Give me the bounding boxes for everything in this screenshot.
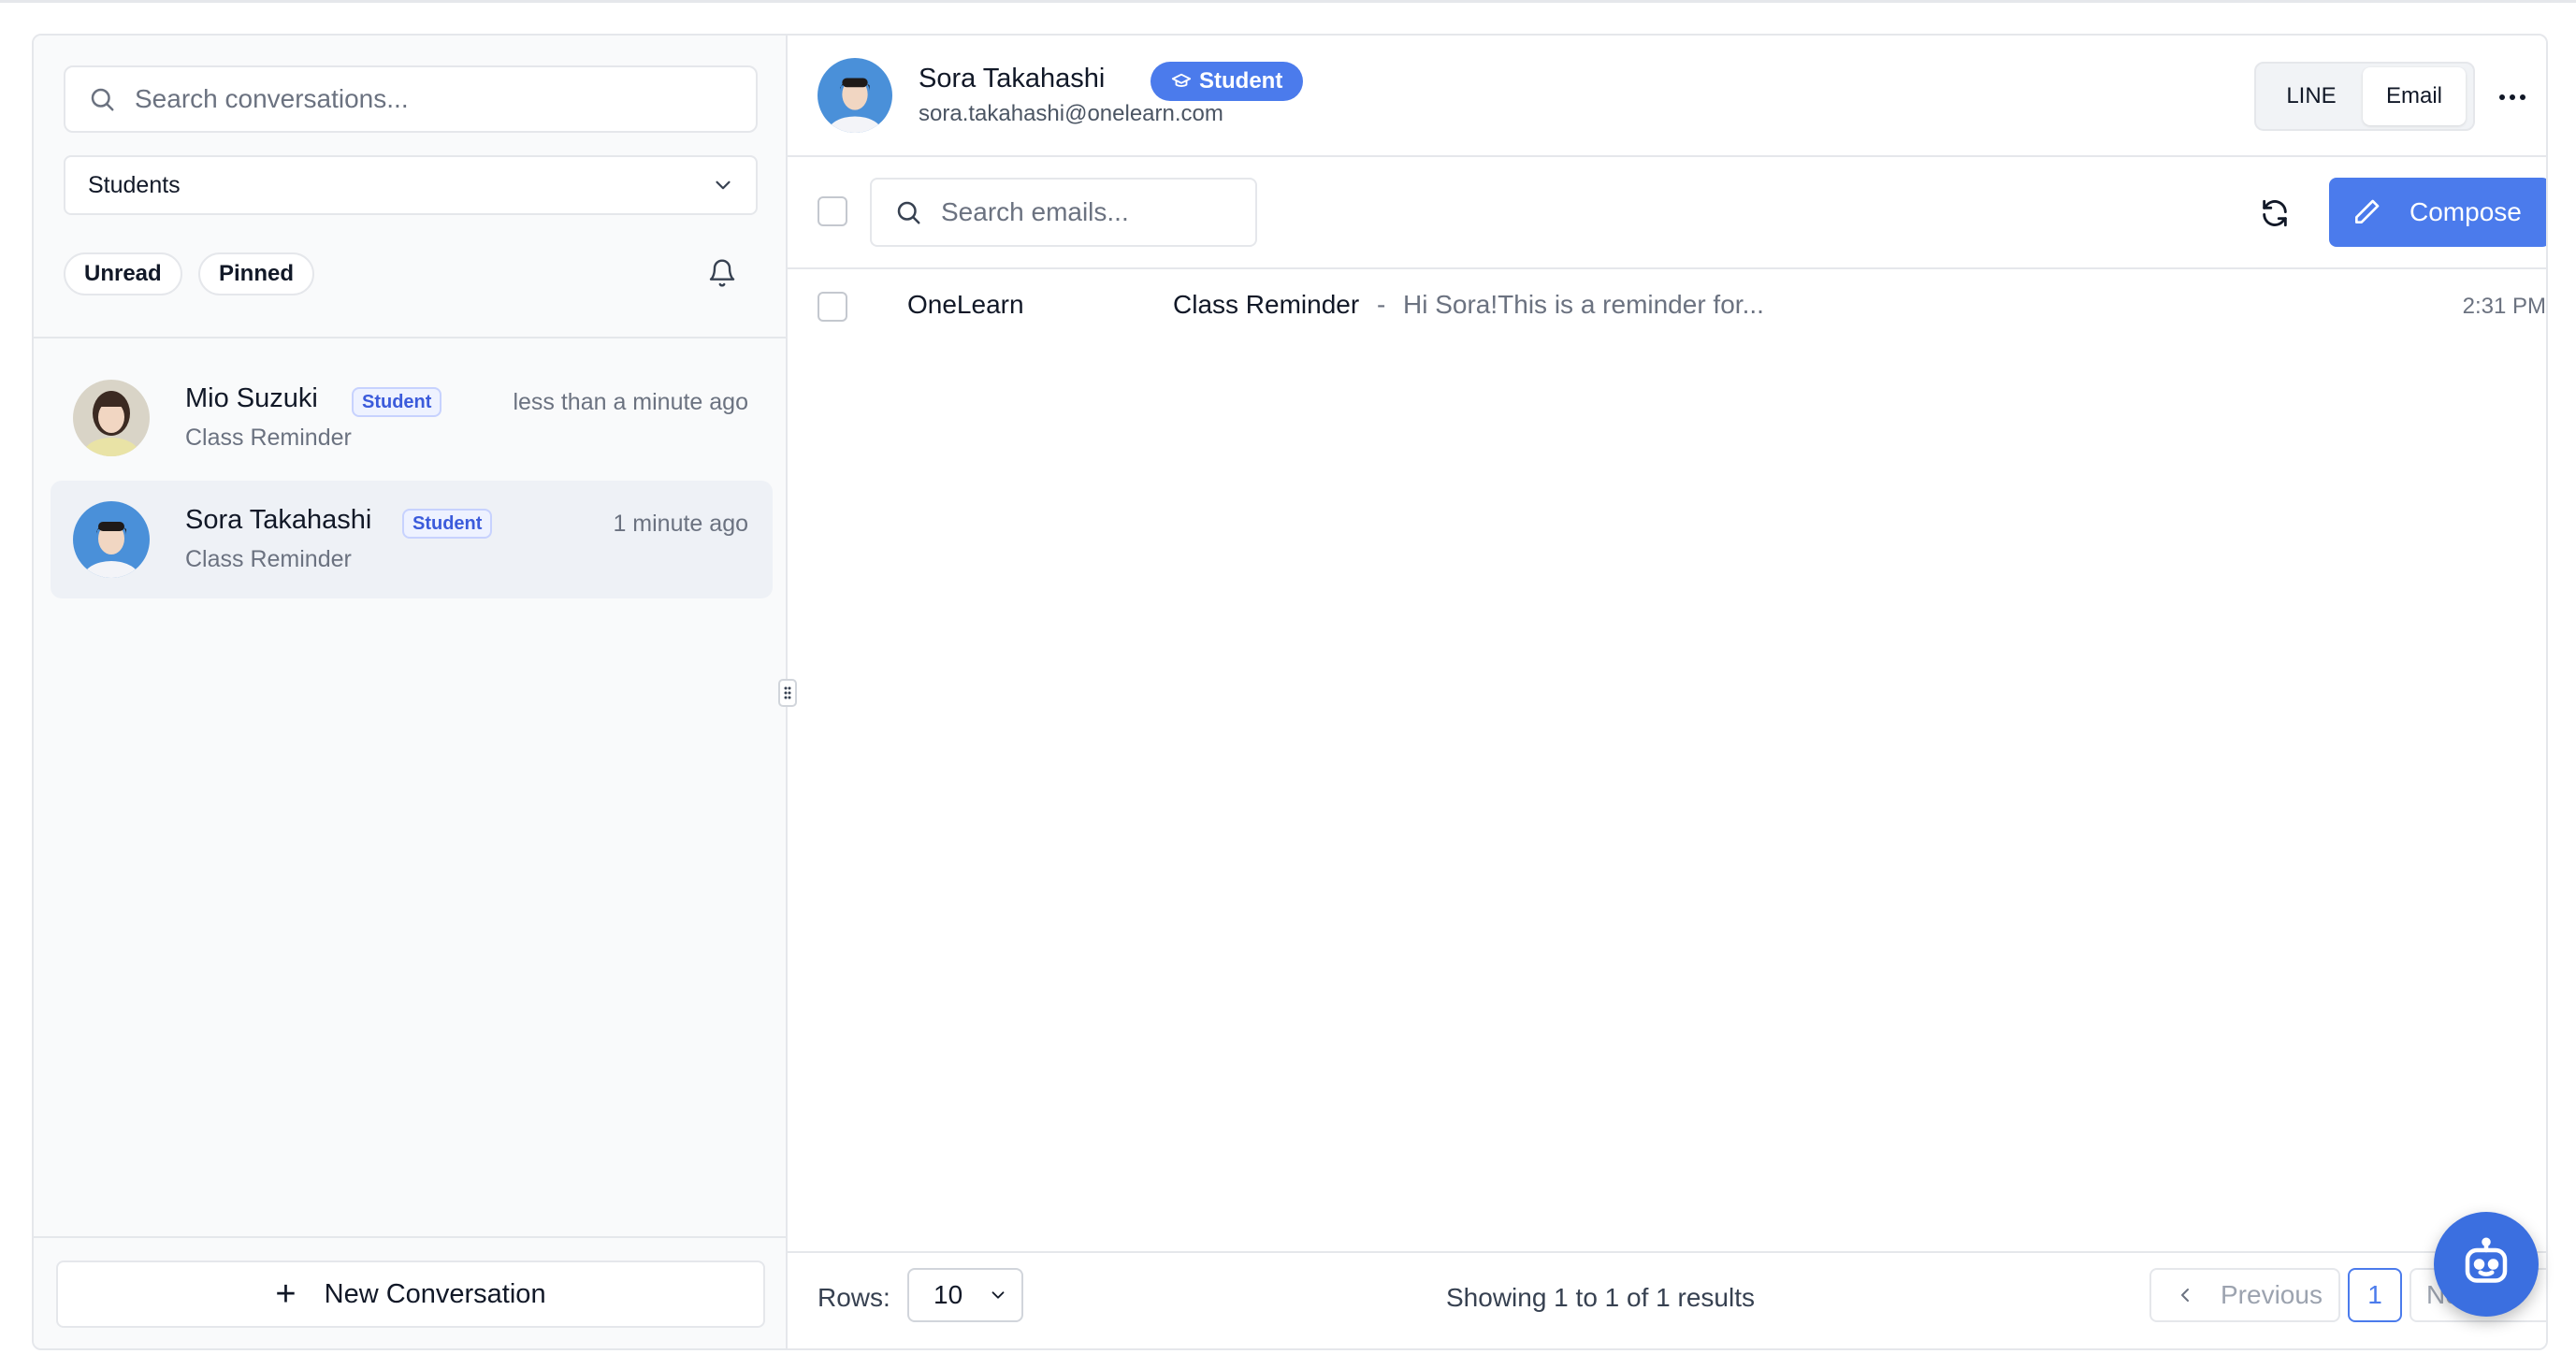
- email-time: 2:31 PM: [2462, 294, 2546, 319]
- conversation-subtitle: Class Reminder: [185, 425, 352, 451]
- rows-label: Rows:: [818, 1283, 890, 1312]
- role-badge-label: Student: [1199, 68, 1283, 94]
- new-conversation-button[interactable]: + New Conversation: [56, 1260, 765, 1328]
- email-sender: OneLearn: [907, 290, 1024, 319]
- email-search-input[interactable]: Search emails...: [870, 178, 1257, 247]
- conversation-name: Mio Suzuki: [185, 383, 318, 413]
- chevron-down-icon: [991, 1291, 1005, 1299]
- email-row-checkbox[interactable]: [818, 292, 847, 322]
- conversation-item-active[interactable]: Sora Takahashi Student 1 minute ago Clas…: [51, 481, 773, 598]
- pagination-footer: Rows: 10 Showing 1 to 1 of 1 results Pre…: [788, 1251, 2546, 1348]
- more-options-button[interactable]: [2492, 77, 2533, 118]
- chevron-down-icon: [716, 180, 731, 190]
- role-badge: Student: [402, 509, 493, 539]
- role-badge: Student: [352, 387, 442, 417]
- conversation-sidebar: Search conversations... Students Unread …: [34, 36, 788, 1348]
- compose-label: Compose: [2410, 197, 2522, 226]
- rows-per-page-select[interactable]: 10: [907, 1268, 1023, 1322]
- contact-name: Sora Takahashi: [919, 64, 1106, 94]
- search-icon: [897, 201, 920, 224]
- email-row[interactable]: OneLearn Class Reminder - Hi Sora!This i…: [788, 271, 2546, 348]
- sidebar-footer-divider: [34, 1236, 786, 1238]
- notifications-button[interactable]: [705, 256, 739, 290]
- assistant-bot-button[interactable]: [2434, 1212, 2539, 1317]
- contact-type-select[interactable]: Students: [64, 155, 758, 215]
- conversation-name: Sora Takahashi: [185, 505, 372, 535]
- channel-email-tab[interactable]: Email: [2363, 67, 2466, 125]
- email-search-placeholder: Search emails...: [941, 197, 1129, 226]
- email-preview: Hi Sora!This is a reminder for...: [1403, 290, 1764, 319]
- ellipsis-icon: [2499, 94, 2525, 100]
- previous-page-button[interactable]: Previous: [2149, 1268, 2340, 1322]
- refresh-button[interactable]: [2256, 194, 2294, 232]
- conversation-search-input[interactable]: Search conversations...: [64, 65, 758, 133]
- unread-filter-chip[interactable]: Unread: [64, 252, 182, 295]
- conversation-subtitle: Class Reminder: [185, 546, 352, 572]
- search-icon: [91, 88, 114, 111]
- conversation-time: less than a minute ago: [513, 389, 748, 415]
- plus-icon: +: [275, 1275, 297, 1314]
- email-separator: -: [1377, 290, 1386, 319]
- rows-per-page-value: 10: [933, 1280, 963, 1309]
- select-all-checkbox[interactable]: [818, 196, 847, 226]
- contact-header: Sora Takahashi Student sora.takahashi@on…: [788, 36, 2546, 157]
- top-divider: [0, 0, 2576, 3]
- refresh-icon: [2263, 199, 2287, 227]
- robot-icon: [2465, 1237, 2508, 1283]
- email-toolbar: Search emails... Compose: [788, 157, 2546, 269]
- avatar: [73, 501, 150, 578]
- compose-button[interactable]: Compose: [2329, 178, 2546, 247]
- bell-icon: [709, 259, 735, 287]
- graduation-cap-icon: [1171, 73, 1192, 87]
- channel-toggle: LINE Email: [2254, 62, 2475, 131]
- page-1-button[interactable]: 1: [2348, 1268, 2402, 1322]
- role-badge: Student: [1151, 62, 1304, 101]
- contact-email: sora.takahashi@onelearn.com: [919, 101, 1223, 126]
- sidebar-divider: [34, 337, 786, 338]
- new-conversation-label: New Conversation: [324, 1278, 546, 1309]
- conversation-time: 1 minute ago: [613, 511, 748, 537]
- chevron-left-icon: [2181, 1289, 2189, 1302]
- panel-resize-handle[interactable]: [778, 679, 797, 707]
- previous-label: Previous: [2221, 1280, 2323, 1309]
- conversation-main: Sora Takahashi Student sora.takahashi@on…: [788, 36, 2546, 1348]
- channel-line-tab[interactable]: LINE: [2260, 67, 2363, 125]
- results-summary: Showing 1 to 1 of 1 results: [1446, 1283, 1755, 1312]
- avatar: [73, 380, 150, 456]
- email-subject: Class Reminder: [1173, 290, 1360, 319]
- conversation-search-placeholder: Search conversations...: [135, 84, 409, 113]
- conversation-item[interactable]: Mio Suzuki Student less than a minute ag…: [51, 359, 773, 477]
- pencil-icon: [2355, 199, 2380, 223]
- avatar: [818, 58, 892, 133]
- contact-type-value: Students: [88, 171, 181, 198]
- pinned-filter-chip[interactable]: Pinned: [198, 252, 315, 295]
- app-frame: Search conversations... Students Unread …: [32, 34, 2548, 1350]
- grip-icon: [784, 686, 791, 699]
